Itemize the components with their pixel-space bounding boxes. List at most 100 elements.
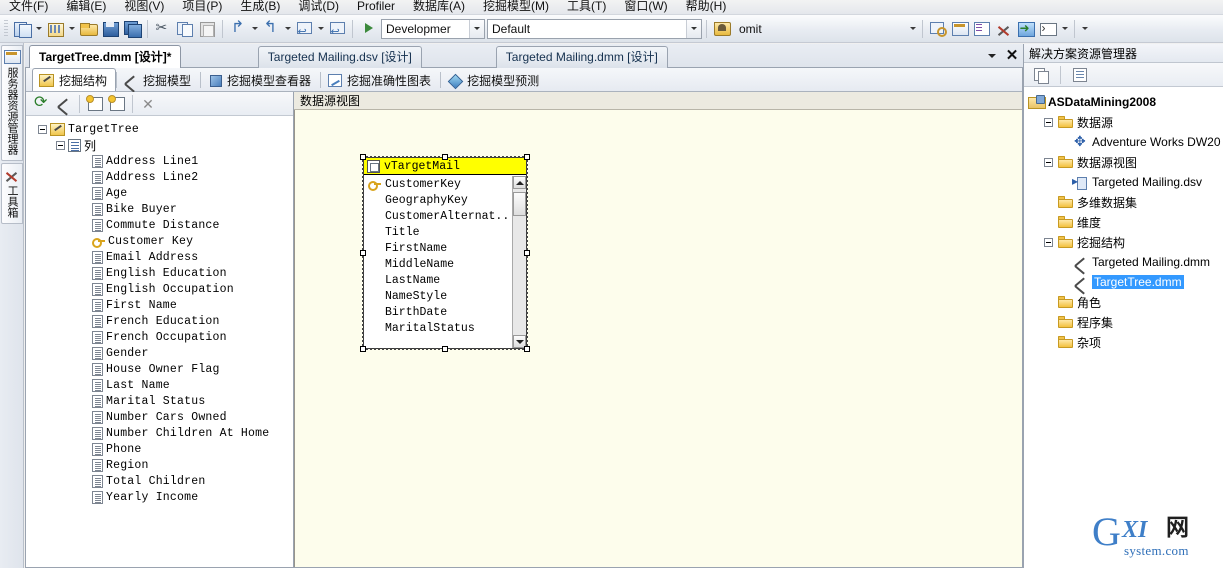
tree-expander[interactable] [1044, 157, 1053, 167]
start-debugging-button[interactable] [357, 18, 379, 40]
add-new-item-dropdown[interactable] [66, 18, 77, 40]
menu-item-0[interactable]: 文件(F) [0, 0, 57, 14]
menu-item-9[interactable]: 工具(T) [558, 0, 615, 14]
document-tab-2[interactable]: Targeted Mailing.dmm [设计] [495, 46, 668, 68]
solution-tree-item-4[interactable]: Targeted Mailing.dsv [1024, 172, 1223, 192]
designer-tab-0[interactable]: 挖掘结构 [32, 68, 117, 91]
designer-tab-1[interactable]: 挖掘模型 [117, 69, 200, 91]
dock-tab-server-explorer[interactable]: 服务器资源管理器 [1, 45, 23, 161]
tree-node-column[interactable]: Total Children [34, 473, 293, 489]
solution-platform-combo[interactable]: Default [487, 18, 702, 39]
menu-item-5[interactable]: 调试(D) [289, 0, 348, 14]
solution-tree-item-9[interactable]: TargetTree.dmm [1024, 272, 1223, 292]
solution-tree-item-3[interactable]: 数据源视图 [1024, 152, 1223, 172]
toolbar-overflow-button[interactable] [1079, 18, 1090, 40]
tree-node-column[interactable]: French Occupation [34, 329, 293, 345]
tree-expander[interactable] [56, 140, 65, 150]
dsv-table-scrollbar[interactable] [512, 176, 526, 348]
chevron-down-icon[interactable] [686, 19, 701, 38]
tab-list-dropdown-button[interactable] [983, 46, 1001, 65]
refresh-button[interactable] [31, 92, 53, 115]
solution-configuration-combo[interactable]: Developmer [381, 18, 485, 39]
add-table-button[interactable] [84, 93, 106, 115]
solution-tree-item-5[interactable]: 多维数据集 [1024, 192, 1223, 212]
navigate-back-dropdown[interactable] [315, 18, 326, 40]
designer-tab-2[interactable]: 挖掘模型查看器 [201, 69, 320, 91]
resize-handle-w[interactable] [360, 250, 366, 256]
solution-tree-item-1[interactable]: 数据源 [1024, 112, 1223, 132]
solution-tree-item-2[interactable]: Adventure Works DW20 [1024, 132, 1223, 152]
find-in-files-button[interactable] [927, 18, 949, 40]
redo-dropdown[interactable] [282, 18, 293, 40]
dsv-table-column-list[interactable]: CustomerKey GeographyKey CustomerAlternat.… [364, 176, 512, 348]
tree-expander[interactable] [1044, 117, 1053, 127]
document-tab-0[interactable]: TargetTree.dmm [设计]* [29, 45, 182, 68]
menu-item-8[interactable]: 挖掘模型(M) [474, 0, 558, 14]
tree-node-column[interactable]: House Owner Flag [34, 361, 293, 377]
copy-button[interactable] [174, 18, 196, 40]
scroll-up-button[interactable] [513, 176, 526, 189]
add-column-button[interactable] [106, 93, 128, 115]
omit-button[interactable] [711, 18, 733, 40]
tree-node-column[interactable]: Number Children At Home [34, 425, 293, 441]
dsv-table-vtargetmail[interactable]: vTargetMail CustomerKey GeographyKey Custo… [360, 154, 530, 352]
redo-button[interactable] [260, 17, 282, 40]
menu-item-3[interactable]: 项目(P) [173, 0, 231, 14]
tools-options-button[interactable] [993, 18, 1015, 40]
solution-tree-item-0[interactable]: ASDataMining2008 [1024, 92, 1223, 112]
scrollbar-thumb[interactable] [513, 192, 526, 216]
tree-node-column[interactable]: First Name [34, 297, 293, 313]
tree-node-columns[interactable]: 列 [34, 137, 293, 153]
document-tab-1[interactable]: Targeted Mailing.dsv [设计] [257, 46, 422, 68]
tree-node-column[interactable]: Yearly Income [34, 489, 293, 505]
deploy-button[interactable] [1015, 18, 1037, 40]
resize-handle-e[interactable] [524, 250, 530, 256]
dsv-table-row[interactable]: Title [364, 224, 512, 240]
tree-node-column[interactable]: Last Name [34, 377, 293, 393]
dsv-table-row[interactable]: GeographyKey [364, 192, 512, 208]
delete-button[interactable]: ✕ [137, 93, 159, 115]
command-window-button[interactable] [1037, 18, 1059, 40]
tree-node-column[interactable]: English Education [34, 265, 293, 281]
save-all-button[interactable] [121, 18, 143, 40]
tree-node-column[interactable]: Region [34, 457, 293, 473]
tree-node-column[interactable]: Marital Status [34, 393, 293, 409]
tree-node-column[interactable]: Commute Distance [34, 217, 293, 233]
cut-button[interactable] [152, 18, 174, 40]
menu-item-4[interactable]: 生成(B) [231, 0, 289, 14]
dsv-table-row[interactable]: LastName [364, 272, 512, 288]
dsv-table-row[interactable]: FirstName [364, 240, 512, 256]
solution-tree-item-8[interactable]: Targeted Mailing.dmm [1024, 252, 1223, 272]
menu-item-6[interactable]: Profiler [348, 0, 404, 14]
undo-button[interactable] [227, 18, 249, 40]
dsv-table-row[interactable]: BirthDate [364, 304, 512, 320]
new-project-dropdown[interactable] [33, 18, 44, 40]
properties-window-button[interactable] [971, 18, 993, 40]
solution-tree-item-10[interactable]: 角色 [1024, 292, 1223, 312]
menu-item-2[interactable]: 视图(V) [115, 0, 173, 14]
open-file-button[interactable] [77, 18, 99, 40]
tree-expander[interactable] [1044, 237, 1053, 247]
omit-dropdown[interactable] [907, 18, 918, 40]
dsv-table-row[interactable]: NameStyle [364, 288, 512, 304]
dsv-table-row[interactable]: CustomerKey [364, 176, 512, 192]
resize-handle-s[interactable] [442, 346, 448, 352]
undo-dropdown[interactable] [249, 18, 260, 40]
paste-button[interactable] [196, 18, 218, 40]
dsv-table-row[interactable]: MiddleName [364, 256, 512, 272]
solution-tree-item-12[interactable]: 杂项 [1024, 332, 1223, 352]
omit-combo[interactable]: omit [735, 19, 907, 39]
solution-tree-item-11[interactable]: 程序集 [1024, 312, 1223, 332]
navigate-back-button[interactable] [293, 18, 315, 40]
add-new-item-button[interactable] [44, 18, 66, 40]
tree-expander[interactable] [38, 124, 47, 134]
tree-node-root[interactable]: TargetTree [34, 121, 293, 137]
dock-tab-toolbox[interactable]: 工具箱 [1, 163, 23, 224]
dsv-table-title-bar[interactable]: vTargetMail [364, 158, 526, 175]
designer-tab-3[interactable]: 挖掘准确性图表 [321, 69, 440, 91]
tree-node-column[interactable]: Number Cars Owned [34, 409, 293, 425]
menu-item-1[interactable]: 编辑(E) [57, 0, 115, 14]
tree-node-column[interactable]: English Occupation [34, 281, 293, 297]
menu-item-11[interactable]: 帮助(H) [677, 0, 736, 14]
solution-explorer-button[interactable] [949, 18, 971, 40]
